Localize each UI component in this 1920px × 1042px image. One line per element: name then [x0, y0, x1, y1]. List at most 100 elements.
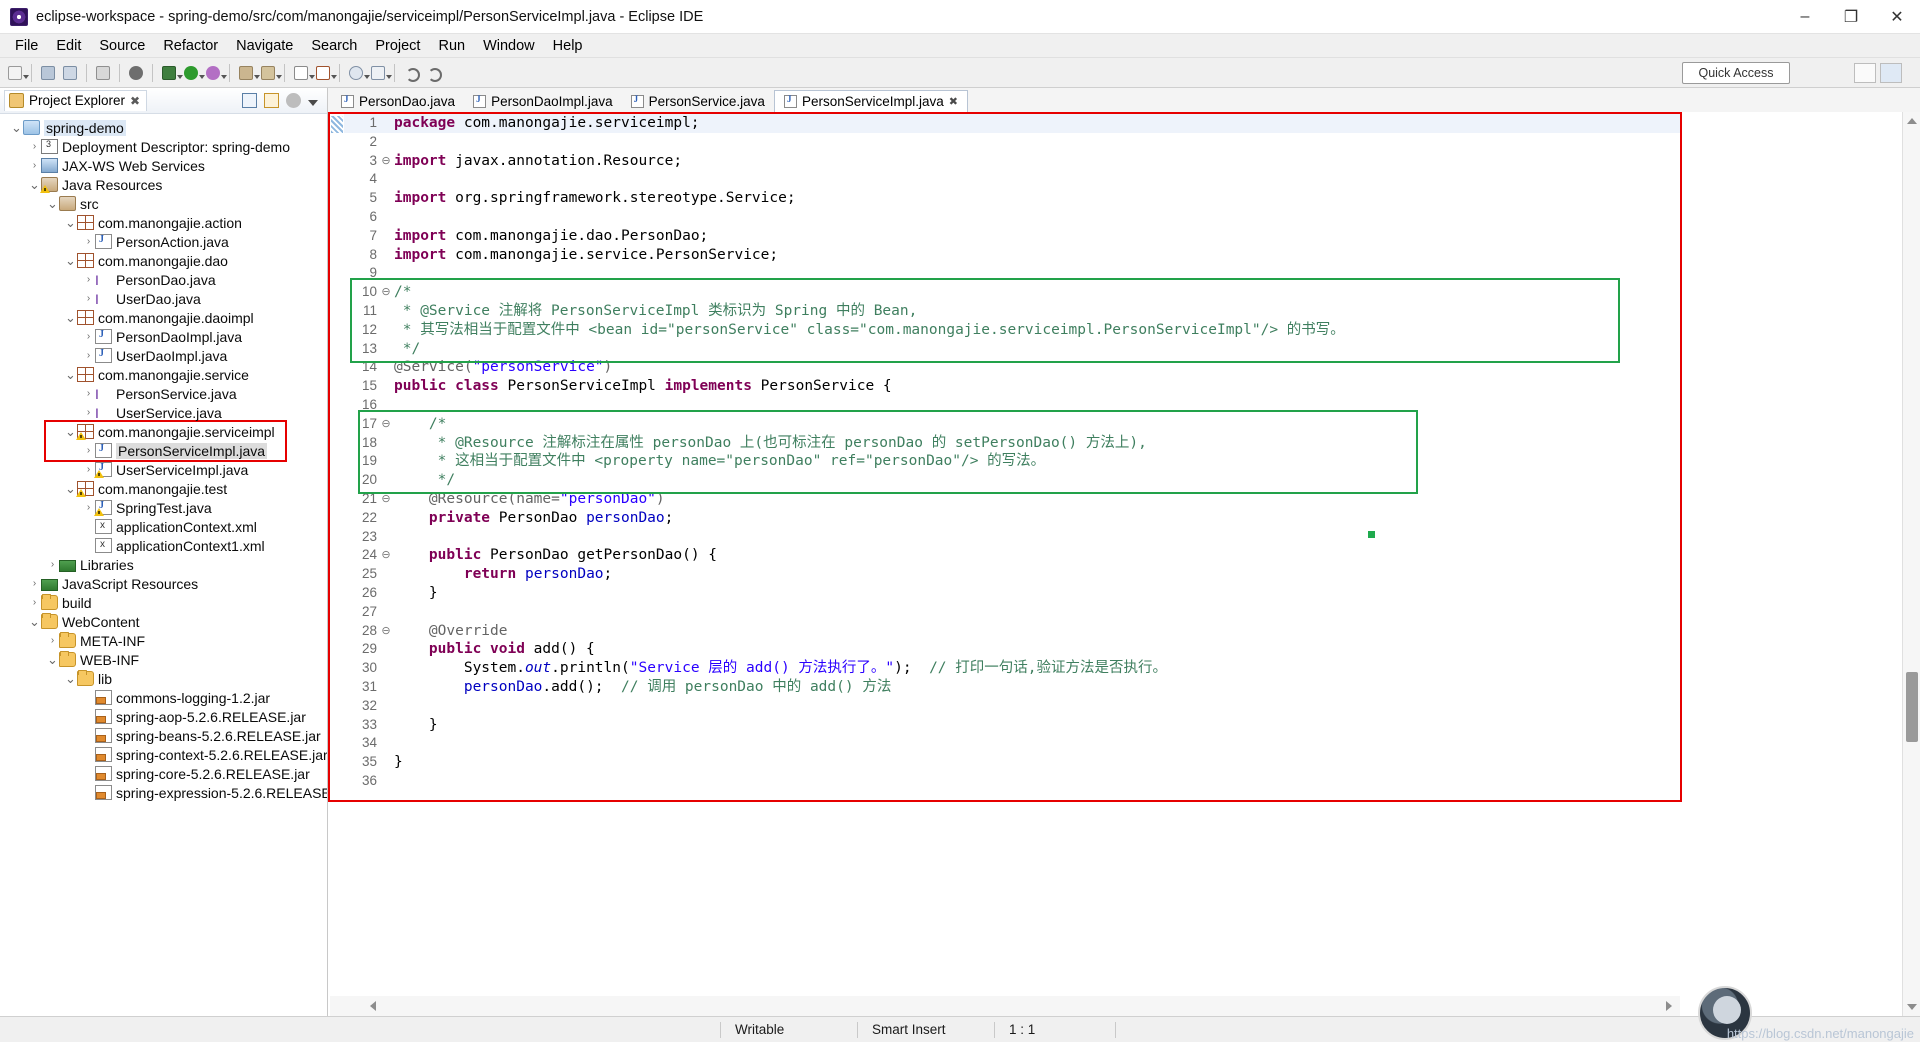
code-line[interactable]: 22 private PersonDao personDao; — [344, 509, 1680, 528]
code-line[interactable]: 18 * @Resource 注解标注在属性 personDao 上(也可标注在… — [344, 434, 1680, 453]
project-explorer-tab[interactable]: Project Explorer ✖ — [4, 90, 147, 111]
debug-icon[interactable] — [159, 63, 179, 83]
chevron-right-icon[interactable]: › — [82, 331, 95, 342]
tree-item[interactable]: spring-aop-5.2.6.RELEASE.jar — [0, 707, 327, 726]
scroll-up-arrow-icon[interactable] — [1907, 118, 1917, 124]
new-package-icon[interactable] — [313, 63, 333, 83]
tree-item[interactable]: ⌄com.manongajie.service — [0, 365, 327, 384]
menu-edit[interactable]: Edit — [47, 36, 90, 56]
menu-refactor[interactable]: Refactor — [154, 36, 227, 56]
build-icon[interactable] — [126, 63, 146, 83]
close-button[interactable]: ✕ — [1874, 0, 1920, 33]
code-line[interactable]: 25 return personDao; — [344, 565, 1680, 584]
search-icon[interactable] — [346, 63, 366, 83]
tree-item[interactable]: ›build — [0, 593, 327, 612]
run-icon[interactable] — [181, 63, 201, 83]
minimize-button[interactable]: – — [1782, 0, 1828, 33]
fold-collapse-icon[interactable]: ⊖ — [380, 283, 392, 302]
new-class-icon[interactable] — [291, 63, 311, 83]
tree-item[interactable]: spring-core-5.2.6.RELEASE.jar — [0, 764, 327, 783]
tree-item[interactable]: ⌄com.manongajie.daoimpl — [0, 308, 327, 327]
tree-item[interactable]: ›UserService.java — [0, 403, 327, 422]
chevron-right-icon[interactable]: › — [82, 388, 95, 399]
save-icon[interactable] — [38, 63, 58, 83]
code-line[interactable]: 9 — [344, 264, 1680, 283]
code-line[interactable]: 6 — [344, 208, 1680, 227]
tree-item[interactable]: applicationContext1.xml — [0, 536, 327, 555]
chevron-right-icon[interactable]: › — [82, 274, 95, 285]
chevron-down-icon[interactable]: ⌄ — [64, 219, 77, 227]
tree-item[interactable]: spring-context-5.2.6.RELEASE.jar — [0, 745, 327, 764]
editor-tab-persondaoimpl[interactable]: PersonDaoImpl.java — [464, 90, 622, 112]
tree-item[interactable]: ›PersonService.java — [0, 384, 327, 403]
tree-item[interactable]: ⌄com.manongajie.action — [0, 213, 327, 232]
tree-item[interactable]: ›PersonServiceImpl.java — [0, 441, 327, 460]
profile-icon[interactable] — [258, 63, 278, 83]
code-line[interactable]: 2 — [344, 133, 1680, 152]
tree-item[interactable]: ⌄WebContent — [0, 612, 327, 631]
print-icon[interactable] — [93, 63, 113, 83]
tree-item[interactable]: ⌄com.manongajie.dao — [0, 251, 327, 270]
marker-bar[interactable] — [330, 114, 344, 1016]
code-line[interactable]: 1package com.manongajie.serviceimpl; — [344, 114, 1680, 133]
scroll-left-arrow-icon[interactable] — [370, 1001, 376, 1011]
code-line[interactable]: 8import com.manongajie.service.PersonSer… — [344, 246, 1680, 265]
maximize-button[interactable]: ❐ — [1828, 0, 1874, 33]
tree-item[interactable]: ⌄com.manongajie.serviceimpl — [0, 422, 327, 441]
chevron-down-icon[interactable]: ⌄ — [64, 314, 77, 322]
menu-search[interactable]: Search — [302, 36, 366, 56]
scroll-down-arrow-icon[interactable] — [1907, 1004, 1917, 1010]
tree-item[interactable]: ›PersonAction.java — [0, 232, 327, 251]
chevron-right-icon[interactable]: › — [28, 141, 41, 152]
editor-tab-personserviceimpl[interactable]: PersonServiceImpl.java✖ — [774, 90, 968, 112]
tree-item[interactable]: ⌄spring-demo — [0, 118, 327, 137]
code-line[interactable]: 5import org.springframework.stereotype.S… — [344, 189, 1680, 208]
forward-icon[interactable] — [423, 63, 443, 83]
editor-tab-persondao[interactable]: PersonDao.java — [332, 90, 464, 112]
overview-ruler[interactable] — [1902, 112, 1920, 1016]
tree-item[interactable]: spring-beans-5.2.6.RELEASE.jar — [0, 726, 327, 745]
tree-item[interactable]: ›UserDao.java — [0, 289, 327, 308]
tree-item[interactable]: ›PersonDaoImpl.java — [0, 327, 327, 346]
chevron-right-icon[interactable]: › — [28, 597, 41, 608]
code-line[interactable]: 34 — [344, 734, 1680, 753]
close-icon[interactable]: ✖ — [949, 95, 958, 108]
quick-access-input[interactable]: Quick Access — [1682, 62, 1790, 84]
code-line[interactable]: 32 — [344, 697, 1680, 716]
menu-help[interactable]: Help — [544, 36, 592, 56]
code-line[interactable]: 29 public void add() { — [344, 640, 1680, 659]
menu-window[interactable]: Window — [474, 36, 544, 56]
chevron-right-icon[interactable]: › — [82, 407, 95, 418]
code-line[interactable]: 3⊖import javax.annotation.Resource; — [344, 152, 1680, 171]
menu-run[interactable]: Run — [429, 36, 474, 56]
horizontal-scrollbar[interactable] — [330, 996, 1680, 1016]
code-line[interactable]: 26 } — [344, 584, 1680, 603]
tree-item[interactable]: spring-expression-5.2.6.RELEASE.jar — [0, 783, 327, 802]
code-line[interactable]: 30 System.out.println("Service 层的 add() … — [344, 659, 1680, 678]
chevron-right-icon[interactable]: › — [28, 160, 41, 171]
code-line[interactable]: 21⊖ @Resource(name="personDao") — [344, 490, 1680, 509]
code-line[interactable]: 27 — [344, 603, 1680, 622]
code-line[interactable]: 24⊖ public PersonDao getPersonDao() { — [344, 546, 1680, 565]
code-line[interactable]: 16 — [344, 396, 1680, 415]
tree-item[interactable]: ›JavaScript Resources — [0, 574, 327, 593]
code-line[interactable]: 17⊖ /* — [344, 415, 1680, 434]
chevron-down-icon[interactable]: ⌄ — [46, 656, 59, 664]
vertical-scrollbar-thumb[interactable] — [1906, 672, 1918, 742]
tree-item[interactable]: ›META-INF — [0, 631, 327, 650]
new-icon[interactable] — [5, 63, 25, 83]
fold-collapse-icon[interactable]: ⊖ — [380, 415, 392, 434]
code-line[interactable]: 31 personDao.add(); // 调用 personDao 中的 a… — [344, 678, 1680, 697]
chevron-down-icon[interactable]: ⌄ — [64, 371, 77, 379]
tree-item[interactable]: ⌄src — [0, 194, 327, 213]
code-line[interactable]: 15public class PersonServiceImpl impleme… — [344, 377, 1680, 396]
tree-item[interactable]: ⌄Java Resources — [0, 175, 327, 194]
code-line[interactable]: 11 * @Service 注解将 PersonServiceImpl 类标识为… — [344, 302, 1680, 321]
editor-tab-personservice[interactable]: PersonService.java — [622, 90, 774, 112]
fold-collapse-icon[interactable]: ⊖ — [380, 546, 392, 565]
menu-file[interactable]: File — [6, 36, 47, 56]
code-line[interactable]: 36 — [344, 772, 1680, 791]
server-icon[interactable] — [236, 63, 256, 83]
tree-item[interactable]: ›PersonDao.java — [0, 270, 327, 289]
tree-item[interactable]: ›UserServiceImpl.java — [0, 460, 327, 479]
